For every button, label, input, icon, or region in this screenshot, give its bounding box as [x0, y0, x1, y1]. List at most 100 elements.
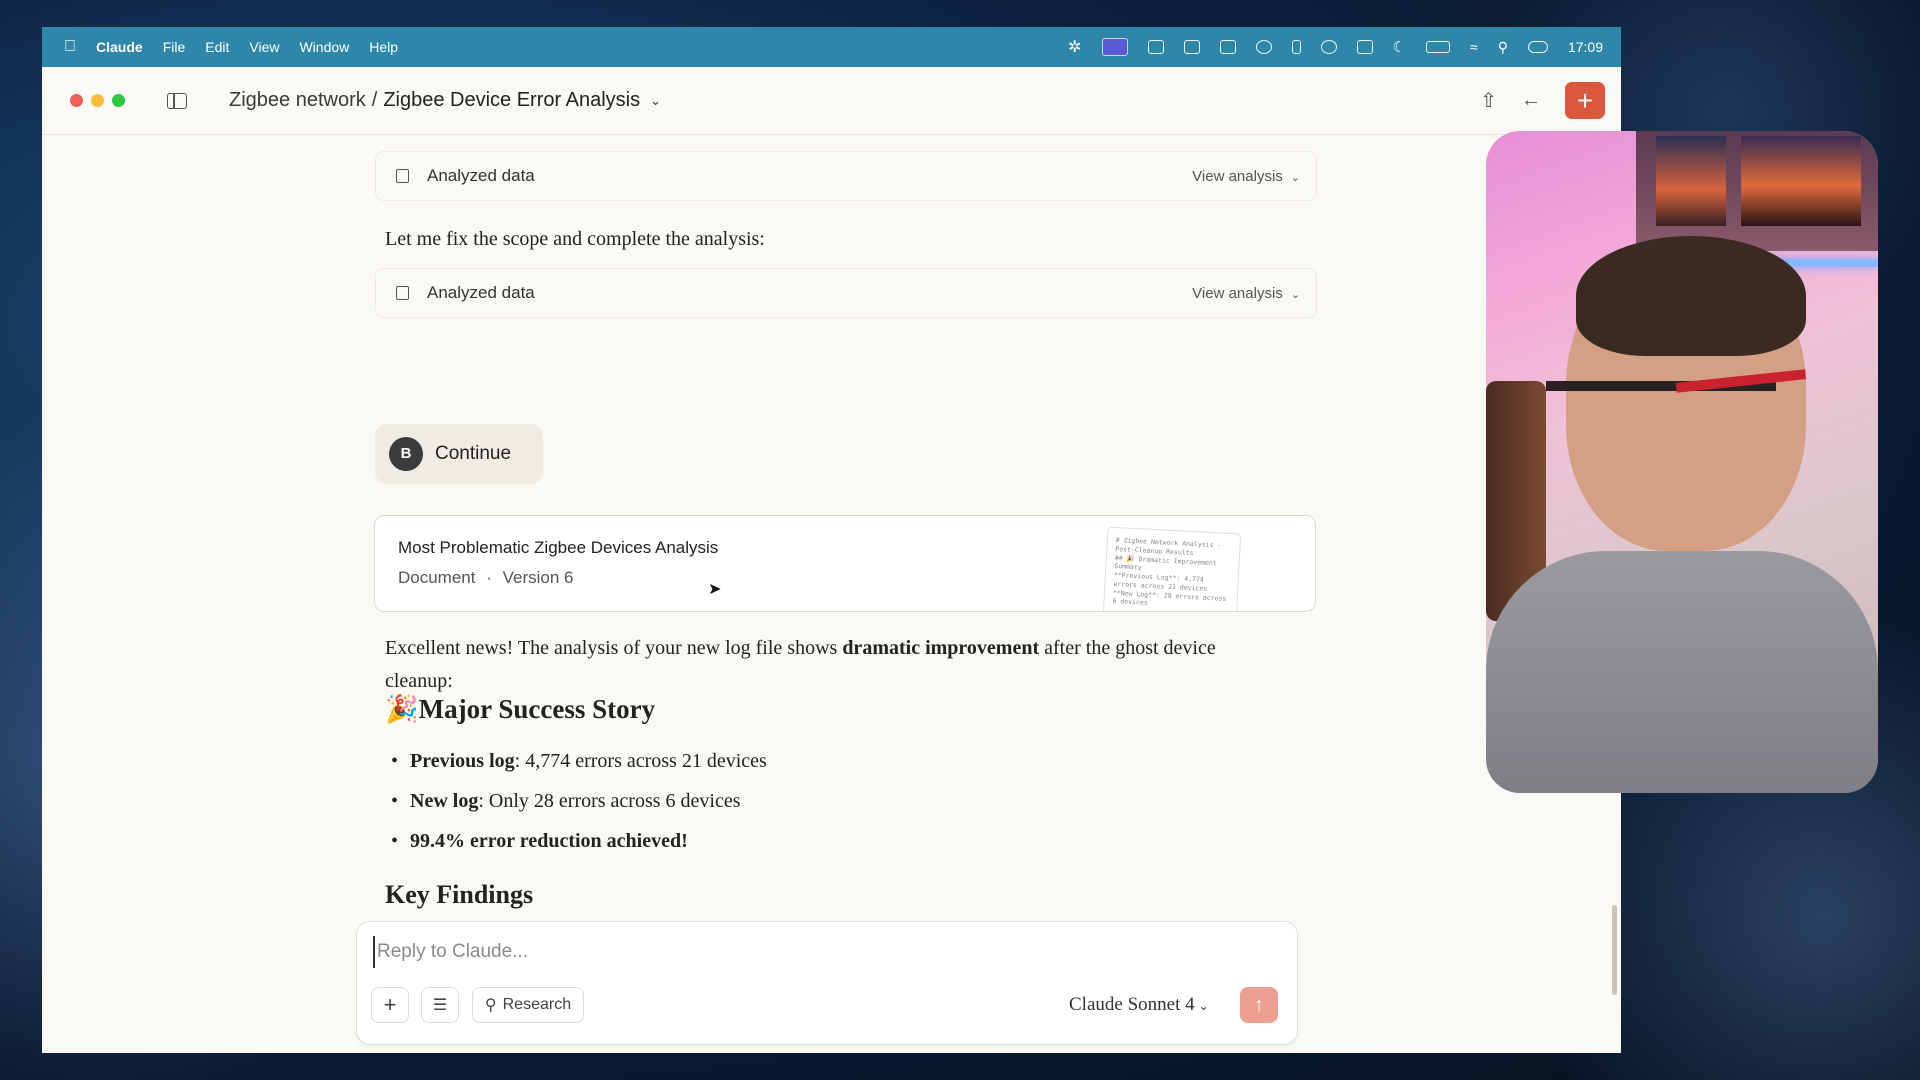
chat-title[interactable]: Zigbee Device Error Analysis [383, 89, 640, 112]
view-analysis-label: View analysis [1192, 284, 1283, 302]
scrollbar[interactable] [1612, 905, 1617, 995]
list-item: 99.4% error reduction achieved! [385, 821, 767, 861]
chevron-down-icon[interactable]: ⌄ [650, 93, 661, 109]
sidebar-toggle-icon[interactable] [167, 92, 187, 109]
usb-icon[interactable] [1291, 40, 1301, 54]
section-heading-key-findings: Key Findings [385, 880, 534, 909]
user-message-text: Continue [435, 443, 512, 464]
share-icon[interactable]: ⇧ [1480, 88, 1497, 113]
chevron-down-icon: ⌄ [1198, 999, 1209, 1013]
research-label: Research [502, 996, 572, 1013]
model-name: Claude [1069, 994, 1123, 1015]
model-selector[interactable]: Claude Sonnet 4 ⌄ [1069, 994, 1209, 1016]
moon-icon[interactable]: ☾ [1393, 38, 1406, 56]
sync-icon[interactable] [1320, 40, 1337, 54]
notes-icon[interactable] [1356, 40, 1373, 54]
presenter-hair [1576, 236, 1806, 356]
research-button[interactable]: ⚲ Research [472, 987, 584, 1023]
tool-card-label: Analyzed data [427, 283, 535, 302]
title-bar: Zigbee network / Zigbee Device Error Ana… [42, 67, 1621, 135]
menu-edit[interactable]: Edit [205, 39, 229, 55]
list-item: New log: Only 28 errors across 6 devices [385, 781, 767, 821]
claude-app-window:  Claude File Edit View Window Help ✲ ☾ … [42, 27, 1621, 1053]
analysis-icon [396, 286, 409, 300]
menu-bar:  Claude File Edit View Window Help ✲ ☾ … [42, 27, 1621, 67]
font-app-icon[interactable] [1147, 40, 1164, 54]
presenter-body [1486, 551, 1878, 793]
artifact-type: Document [398, 568, 476, 587]
tool-use-card[interactable]: Analyzed data View analysis ⌄ [375, 151, 1317, 201]
menu-file[interactable]: File [163, 39, 186, 55]
message-composer: + ☰ ⚲ Research Claude Sonnet 4⌄ ↑ [356, 921, 1298, 1045]
list-item: Previous log: 4,774 errors across 21 dev… [385, 741, 767, 781]
tool-use-card[interactable]: Analyzed data View analysis ⌄ [375, 268, 1317, 318]
chevron-down-icon: ⌄ [1290, 171, 1300, 184]
person-icon[interactable] [1219, 40, 1236, 54]
titlebar-actions: ⇧ ← + [1480, 82, 1605, 119]
send-button[interactable]: ↑ [1240, 987, 1278, 1023]
heading-text: Major Success Story [418, 694, 656, 724]
minimize-window-button[interactable] [91, 94, 104, 107]
conversation-area: Analyzed data View analysis ⌄ Let me fix … [42, 135, 1621, 1053]
tool-card-label: Analyzed data [427, 166, 535, 185]
avatar: B [389, 437, 423, 471]
response-intro: Excellent news! The analysis of your new… [385, 632, 1245, 698]
chevron-down-icon: ⌄ [1290, 288, 1300, 301]
research-icon: ⚲ [484, 997, 497, 1014]
breadcrumb: Zigbee network / Zigbee Device Error Ana… [229, 89, 661, 112]
wifi-icon[interactable]: ≈ [1470, 39, 1478, 55]
list-item-bold: 99.4% error reduction achieved! [410, 829, 688, 852]
list-item-text: : Only 28 errors across 6 devices [478, 789, 741, 812]
control-center-icon[interactable] [1527, 41, 1548, 53]
menubar-clock[interactable]: 17:09 [1568, 39, 1603, 55]
status-tray: ✲ ☾ ≈ ⚲ 17:09 [1068, 37, 1603, 57]
close-window-button[interactable] [70, 94, 83, 107]
webcam-overlay [1486, 131, 1878, 793]
wall-art [1741, 136, 1861, 226]
artifact-thumbnail: # Zigbee Network Analysis - Post-Cleanup… [1102, 526, 1242, 611]
new-chat-button[interactable]: + [1565, 82, 1605, 119]
view-analysis-toggle[interactable]: View analysis ⌄ [1192, 285, 1300, 302]
wall-art [1656, 136, 1726, 226]
model-version: Sonnet 4 [1127, 994, 1195, 1015]
fullscreen-window-button[interactable] [112, 94, 125, 107]
mouse-cursor-icon: ➤ [708, 581, 722, 598]
user-message: B Continue [375, 424, 543, 484]
breadcrumb-separator: / [371, 89, 378, 111]
back-arrow-icon[interactable]: ← [1521, 89, 1541, 112]
analysis-icon [396, 169, 409, 183]
apple-icon[interactable]:  [64, 38, 76, 56]
artifact-version: Version 6 [502, 568, 574, 587]
list-item-bold: Previous log [410, 749, 515, 772]
tools-settings-button[interactable]: ☰ [421, 987, 459, 1023]
claude-tray-icon[interactable]: ✲ [1068, 37, 1081, 57]
battery-icon[interactable] [1426, 41, 1450, 53]
arrow-up-icon: ↑ [1254, 994, 1264, 1016]
breadcrumb-project[interactable]: Zigbee network [229, 89, 366, 112]
menu-window[interactable]: Window [299, 39, 349, 55]
window-controls [70, 94, 125, 107]
artifact-separator: · [486, 568, 492, 587]
reply-input[interactable] [373, 936, 1079, 968]
section-heading: 🎉Major Success Story [385, 693, 655, 725]
add-attachment-button[interactable]: + [371, 987, 409, 1023]
party-emoji-icon: 🎉 [385, 694, 419, 724]
assistant-text: Let me fix the scope and complete the an… [385, 228, 765, 250]
list-item-bold: New log [410, 789, 479, 812]
list-item-text: : 4,774 errors across 21 devices [514, 749, 767, 772]
cube-icon[interactable] [1183, 40, 1200, 54]
timer-icon[interactable] [1255, 40, 1272, 54]
menu-help[interactable]: Help [369, 39, 398, 55]
response-intro-before: Excellent news! The analysis of your new… [385, 637, 843, 659]
artifact-card[interactable]: Most Problematic Zigbee Devices Analysis… [374, 515, 1316, 612]
results-list: Previous log: 4,774 errors across 21 dev… [385, 741, 767, 861]
screen-share-icon[interactable] [1101, 38, 1128, 56]
menu-view[interactable]: View [249, 39, 279, 55]
sliders-icon: ☰ [432, 997, 448, 1014]
artifact-meta: Document · Version 6 [398, 568, 574, 588]
response-intro-bold: dramatic improvement [842, 637, 1040, 659]
search-icon[interactable]: ⚲ [1498, 39, 1508, 56]
view-analysis-label: View analysis [1192, 167, 1283, 185]
view-analysis-toggle[interactable]: View analysis ⌄ [1192, 168, 1300, 185]
menu-app-name[interactable]: Claude [96, 39, 143, 55]
